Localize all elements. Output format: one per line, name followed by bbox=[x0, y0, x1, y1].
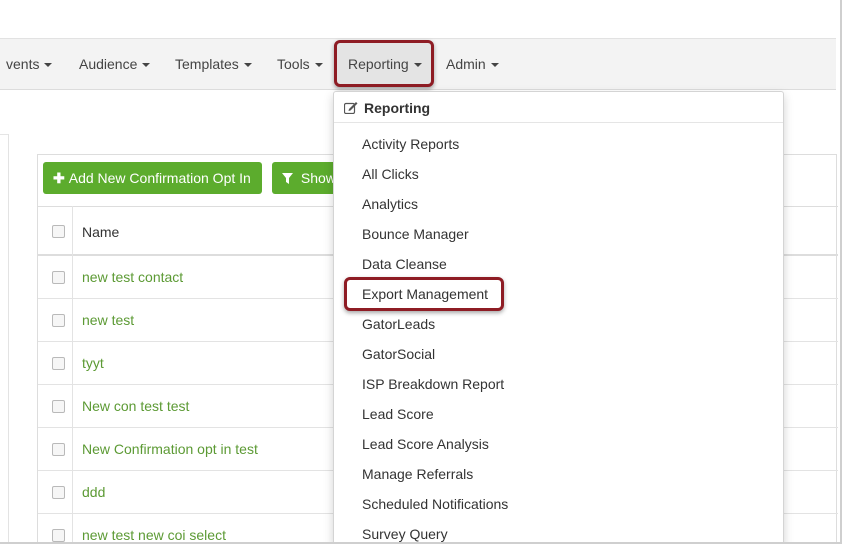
menu-item-bounce-manager[interactable]: Bounce Manager bbox=[362, 224, 469, 244]
nav-audience[interactable]: Audience bbox=[79, 39, 151, 89]
main-navbar: vents Audience Templates Tools Reporting… bbox=[0, 38, 836, 90]
nav-reporting-label: Reporting bbox=[348, 56, 409, 72]
caret-down-icon bbox=[142, 63, 151, 67]
menu-item-activity-reports[interactable]: Activity Reports bbox=[362, 134, 459, 154]
menu-item-lead-score[interactable]: Lead Score bbox=[362, 404, 434, 424]
menu-item-gatorsocial[interactable]: GatorSocial bbox=[362, 344, 435, 364]
nav-admin[interactable]: Admin bbox=[446, 39, 499, 89]
nav-admin-label: Admin bbox=[446, 56, 486, 72]
menu-item-manage-referrals[interactable]: Manage Referrals bbox=[362, 464, 473, 484]
caret-down-icon bbox=[314, 63, 323, 67]
menu-item-gatorleads[interactable]: GatorLeads bbox=[362, 314, 435, 334]
nav-templates-label: Templates bbox=[175, 56, 239, 72]
dropdown-divider bbox=[334, 122, 783, 123]
show-button-label: Show bbox=[300, 170, 336, 186]
row-checkbox[interactable] bbox=[52, 486, 65, 499]
row-checkbox[interactable] bbox=[52, 357, 65, 370]
column-header-name[interactable]: Name bbox=[82, 224, 119, 240]
nav-templates[interactable]: Templates bbox=[175, 39, 252, 89]
caret-down-icon bbox=[490, 63, 499, 67]
nav-reporting[interactable]: Reporting bbox=[348, 39, 422, 89]
menu-item-analytics[interactable]: Analytics bbox=[362, 194, 418, 214]
menu-item-all-clicks[interactable]: All Clicks bbox=[362, 164, 419, 184]
row-checkbox[interactable] bbox=[52, 271, 65, 284]
row-checkbox[interactable] bbox=[52, 400, 65, 413]
menu-item-lead-score-analysis[interactable]: Lead Score Analysis bbox=[362, 434, 489, 454]
edit-icon bbox=[343, 101, 358, 115]
add-button-label: Add New Confirmation Opt In bbox=[68, 170, 251, 186]
reporting-dropdown-menu: Reporting Activity Reports All Clicks An… bbox=[333, 91, 784, 542]
caret-down-icon bbox=[44, 63, 53, 67]
row-name-link[interactable]: New con test test bbox=[82, 398, 189, 414]
nav-events-label: vents bbox=[6, 56, 40, 72]
nav-tools[interactable]: Tools bbox=[277, 39, 323, 89]
select-all-checkbox[interactable] bbox=[52, 225, 65, 238]
caret-down-icon bbox=[413, 63, 422, 67]
row-name-link[interactable]: new test bbox=[82, 312, 134, 328]
menu-item-isp-breakdown-report[interactable]: ISP Breakdown Report bbox=[362, 374, 504, 394]
dropdown-header-label: Reporting bbox=[364, 100, 431, 116]
row-name-link[interactable]: new test new coi select bbox=[82, 527, 226, 542]
nav-audience-label: Audience bbox=[79, 56, 138, 72]
dropdown-header: Reporting bbox=[343, 100, 431, 116]
add-confirmation-optin-button[interactable]: ✚ Add New Confirmation Opt In bbox=[43, 162, 262, 194]
row-checkbox[interactable] bbox=[52, 443, 65, 456]
checkbox-column-divider bbox=[72, 206, 73, 542]
row-name-link[interactable]: tyyt bbox=[82, 355, 104, 371]
show-filter-button[interactable]: Show bbox=[272, 162, 342, 194]
row-name-link[interactable]: new test contact bbox=[82, 269, 183, 285]
row-checkbox[interactable] bbox=[52, 314, 65, 327]
row-checkbox[interactable] bbox=[52, 529, 65, 542]
nav-tools-label: Tools bbox=[277, 56, 310, 72]
nav-events[interactable]: vents bbox=[6, 39, 53, 89]
menu-item-export-management[interactable]: Export Management bbox=[362, 284, 488, 304]
caret-down-icon bbox=[243, 63, 252, 67]
menu-item-scheduled-notifications[interactable]: Scheduled Notifications bbox=[362, 494, 508, 514]
menu-item-data-cleanse[interactable]: Data Cleanse bbox=[362, 254, 447, 274]
plus-icon: ✚ bbox=[53, 170, 65, 186]
filter-icon bbox=[282, 170, 297, 186]
row-name-link[interactable]: New Confirmation opt in test bbox=[82, 441, 258, 457]
menu-item-survey-query[interactable]: Survey Query bbox=[362, 524, 448, 542]
app-window: vents Audience Templates Tools Reporting… bbox=[0, 0, 842, 544]
row-name-link[interactable]: ddd bbox=[82, 484, 105, 500]
